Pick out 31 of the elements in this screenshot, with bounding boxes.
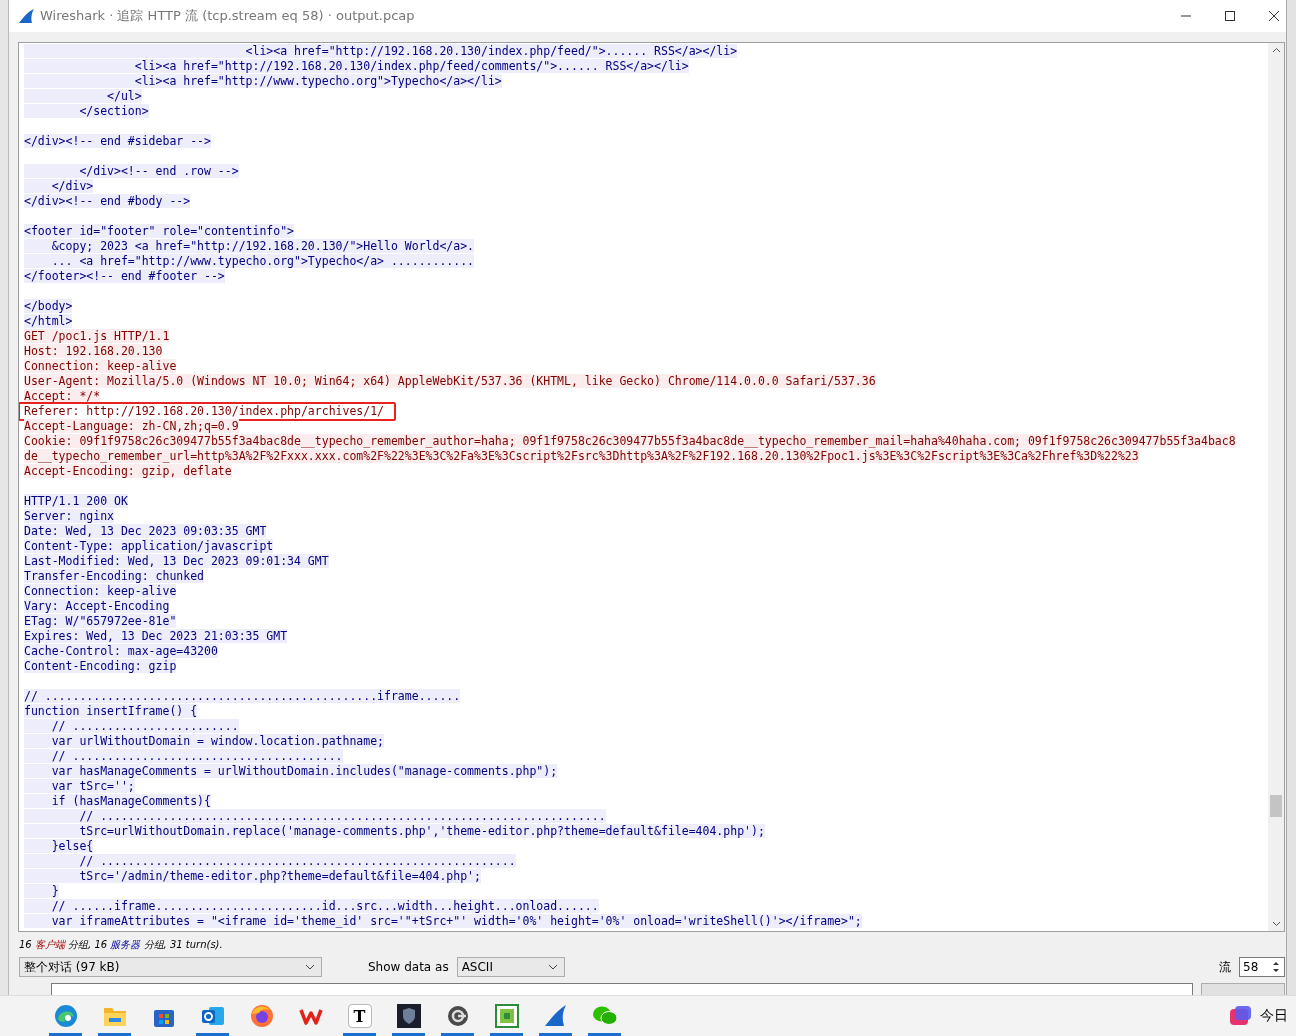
close-icon[interactable] [1268, 10, 1280, 22]
letter-icon: T [347, 1004, 372, 1028]
zigzag-icon [298, 1006, 323, 1026]
scroll-thumb[interactable] [1270, 795, 1282, 817]
chat-bubbles-icon [591, 1005, 618, 1027]
folder-icon [102, 1005, 127, 1027]
dropdown-caret-icon [305, 964, 315, 970]
packet-summary: 16 客户端 分组, 16 服务器 分组, 31 turn(s). [19, 938, 224, 952]
scroll-down-icon[interactable] [1271, 921, 1281, 927]
swirl-icon [53, 1004, 78, 1028]
stream-label: 流 [1219, 958, 1231, 976]
fin-icon [543, 1004, 568, 1028]
taskbar-app[interactable]: T [335, 996, 384, 1036]
mail-icon [200, 1004, 225, 1028]
shield-icon [396, 1004, 421, 1028]
data-format-dropdown[interactable]: ASCII [456, 957, 565, 977]
window-title: Wireshark · 追踪 HTTP 流 (tcp.stream eq 58) · output.pcap [40, 7, 415, 25]
colorful-tray-icon[interactable] [1228, 1005, 1252, 1027]
gear-circle-icon [445, 1004, 470, 1028]
scrollbar[interactable] [1268, 43, 1284, 931]
maximize-icon[interactable] [1224, 10, 1236, 22]
show-data-label: Show data as [368, 960, 449, 974]
fox-globe-icon [249, 1004, 274, 1028]
spin-arrows-icon[interactable] [1271, 960, 1281, 974]
nested-square-icon [494, 1004, 519, 1028]
dropdown-caret-icon [547, 964, 558, 970]
stream-spinbox[interactable]: 58 [1239, 957, 1285, 977]
scroll-up-icon[interactable] [1271, 47, 1281, 53]
conversation-dropdown[interactable]: 整个对话 (97 kB) [19, 957, 322, 977]
tray-text: 今日 [1260, 1007, 1288, 1025]
fin-icon [18, 8, 36, 24]
